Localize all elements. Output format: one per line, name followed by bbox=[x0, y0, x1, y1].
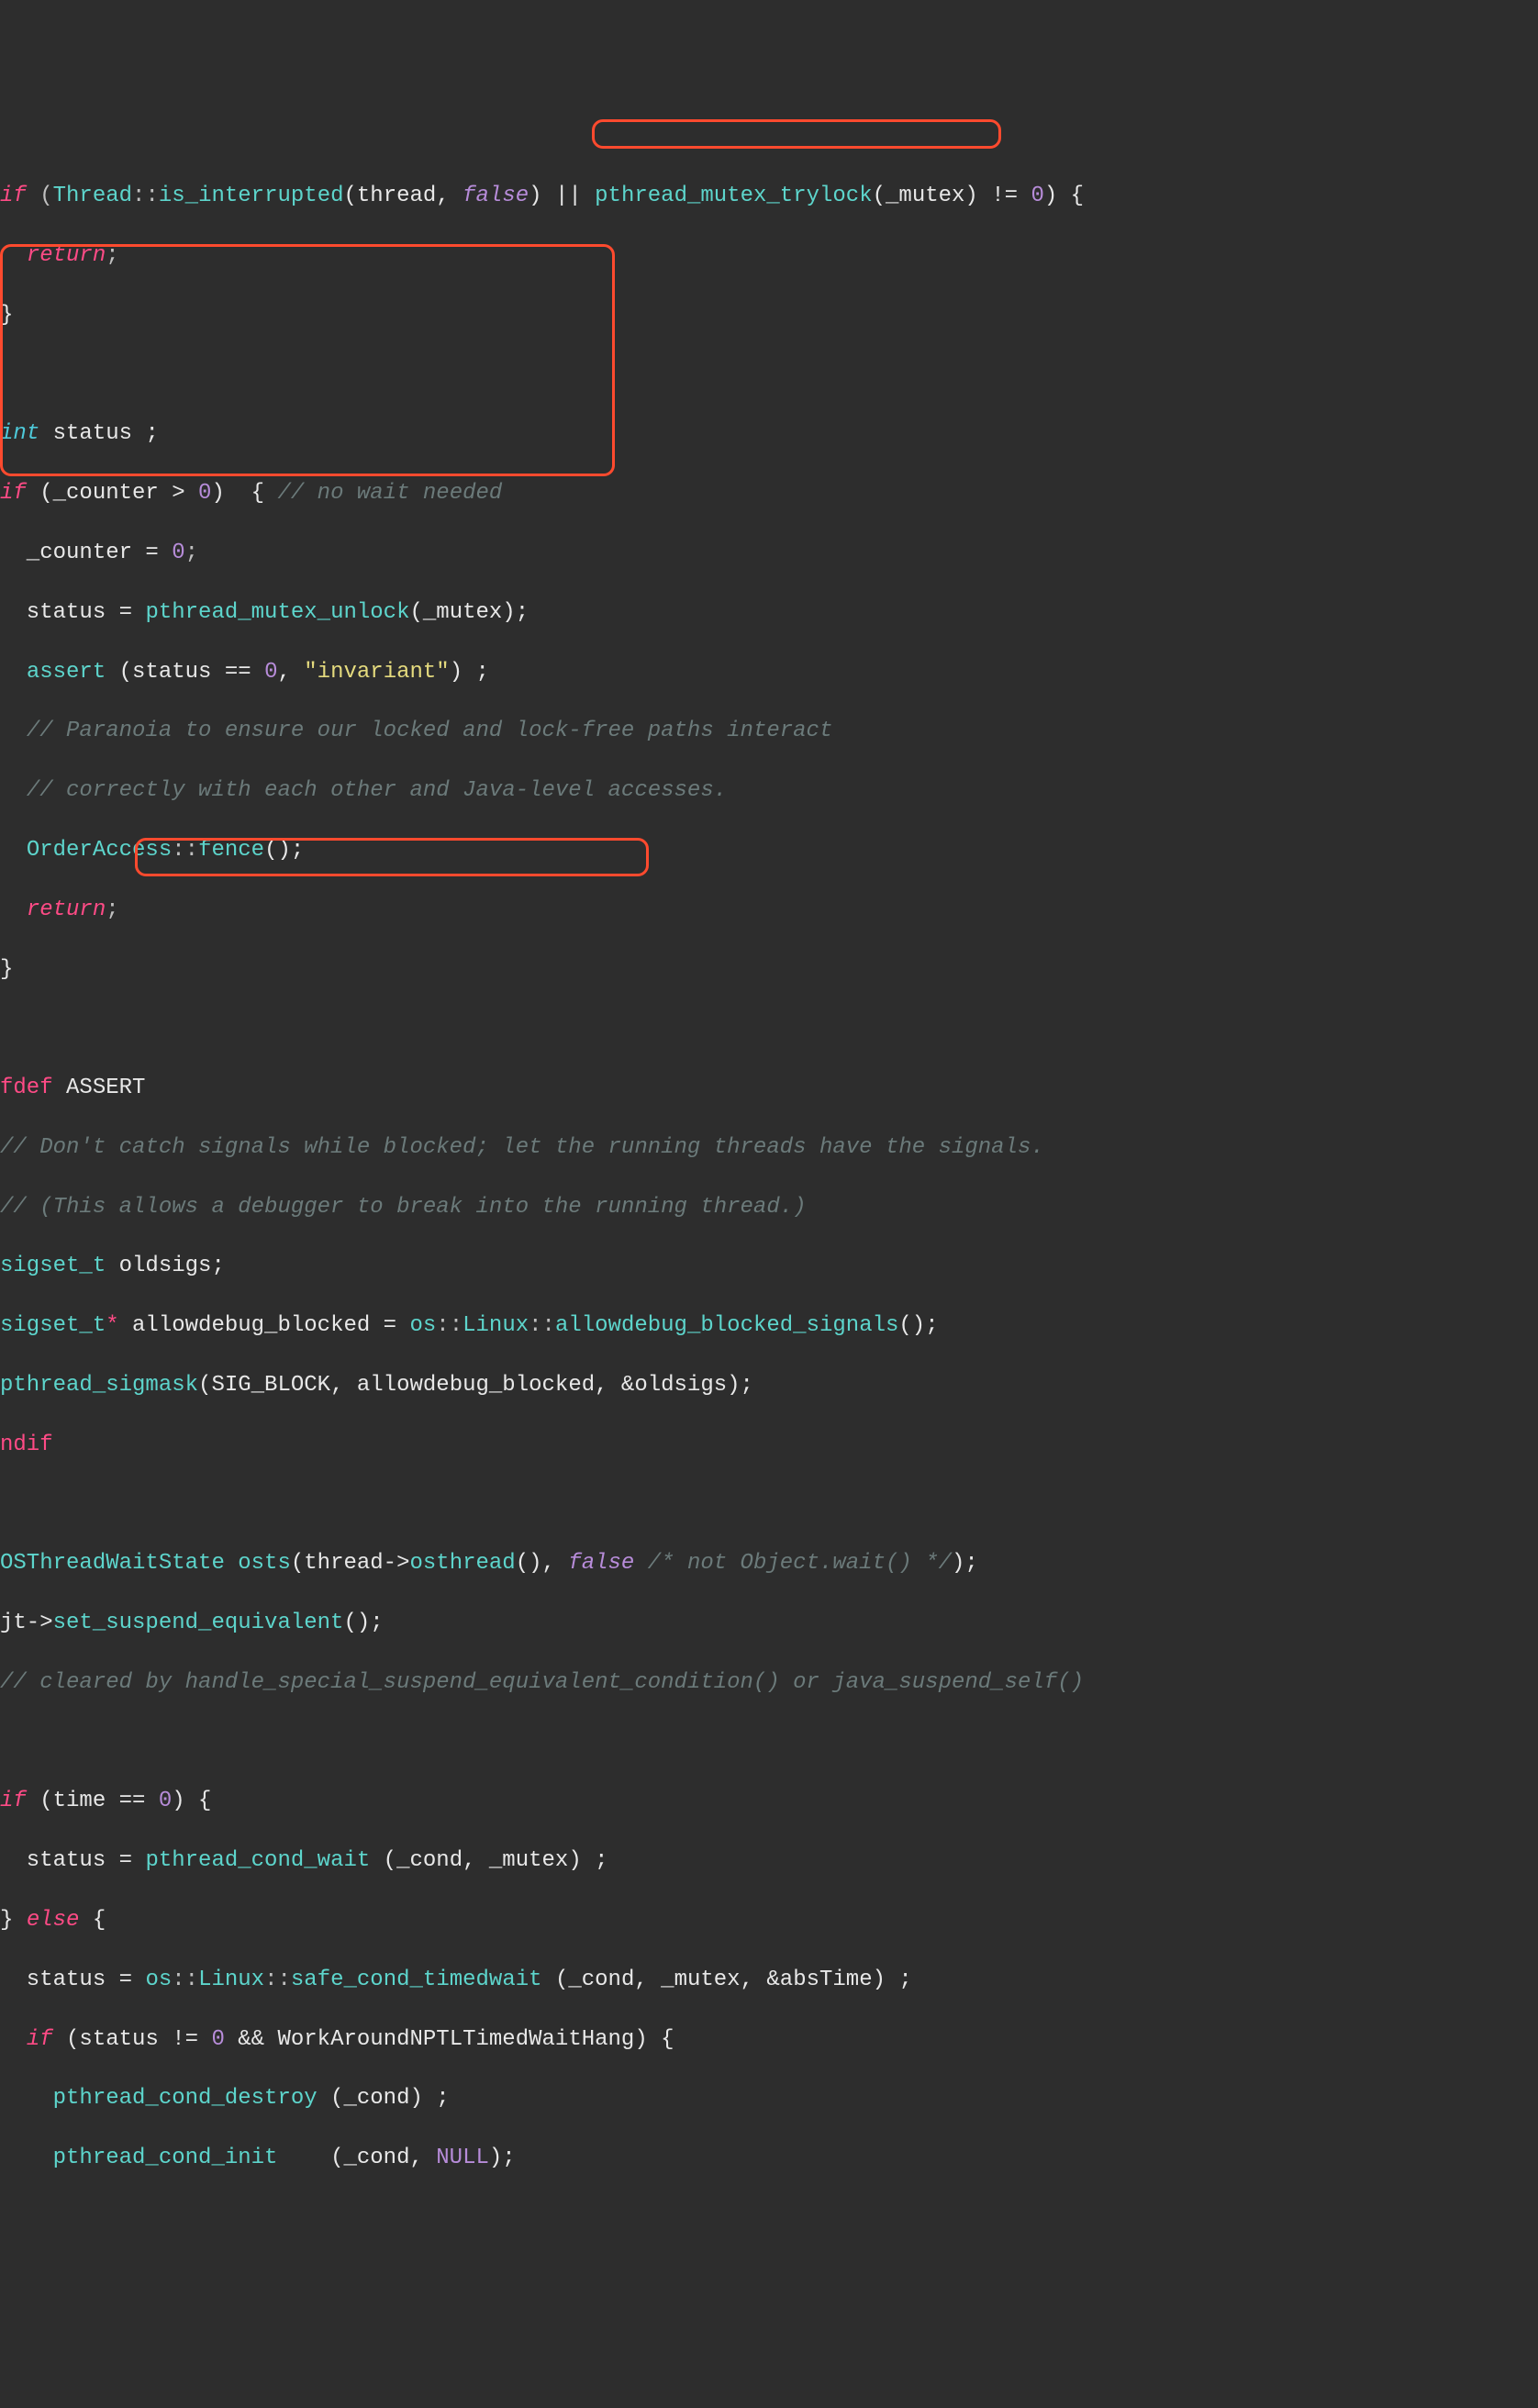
code-line: sigset_t oldsigs; bbox=[0, 1252, 1538, 1281]
code-line: } bbox=[0, 301, 1538, 330]
code-line: return; bbox=[0, 241, 1538, 271]
code-line: // Paranoia to ensure our locked and loc… bbox=[0, 717, 1538, 746]
code-line: jt->set_suspend_equivalent(); bbox=[0, 1609, 1538, 1638]
code-line: status = pthread_cond_wait (_cond, _mute… bbox=[0, 1846, 1538, 1876]
code-line: OrderAccess::fence(); bbox=[0, 836, 1538, 865]
code-line: fdef ASSERT bbox=[0, 1074, 1538, 1103]
code-line: status = pthread_mutex_unlock(_mutex); bbox=[0, 598, 1538, 628]
code-line: OSThreadWaitState osts(thread->osthread(… bbox=[0, 1549, 1538, 1578]
code-line: int status ; bbox=[0, 419, 1538, 449]
code-line: // Don't catch signals while blocked; le… bbox=[0, 1133, 1538, 1163]
blank-line bbox=[0, 1490, 1538, 1520]
code-line: pthread_sigmask(SIG_BLOCK, allowdebug_bl… bbox=[0, 1371, 1538, 1400]
code-line: if (_counter > 0) { // no wait needed bbox=[0, 479, 1538, 508]
code-line: pthread_cond_init (_cond, NULL); bbox=[0, 2144, 1538, 2173]
code-line: pthread_cond_destroy (_cond) ; bbox=[0, 2084, 1538, 2113]
code-line: // (This allows a debugger to break into… bbox=[0, 1193, 1538, 1222]
code-line: sigset_t* allowdebug_blocked = os::Linux… bbox=[0, 1311, 1538, 1341]
code-line: if (Thread::is_interrupted(thread, false… bbox=[0, 182, 1538, 211]
code-line: _counter = 0; bbox=[0, 539, 1538, 568]
code-line: // cleared by handle_special_suspend_equ… bbox=[0, 1668, 1538, 1698]
blank-line bbox=[0, 1014, 1538, 1043]
code-line: return; bbox=[0, 896, 1538, 925]
code-line: assert (status == 0, "invariant") ; bbox=[0, 658, 1538, 687]
code-editor: if (Thread::is_interrupted(thread, false… bbox=[0, 119, 1538, 2352]
code-line: if (time == 0) { bbox=[0, 1787, 1538, 1816]
code-line: } else { bbox=[0, 1906, 1538, 1935]
code-line: ndif bbox=[0, 1431, 1538, 1460]
highlight-box-1 bbox=[592, 119, 1001, 149]
code-line: status = os::Linux::safe_cond_timedwait … bbox=[0, 1966, 1538, 1995]
blank-line bbox=[0, 1728, 1538, 1757]
code-line: if (status != 0 && WorkAroundNPTLTimedWa… bbox=[0, 2025, 1538, 2055]
code-line: } bbox=[0, 955, 1538, 985]
code-line: // correctly with each other and Java-le… bbox=[0, 776, 1538, 806]
blank-line bbox=[0, 361, 1538, 390]
